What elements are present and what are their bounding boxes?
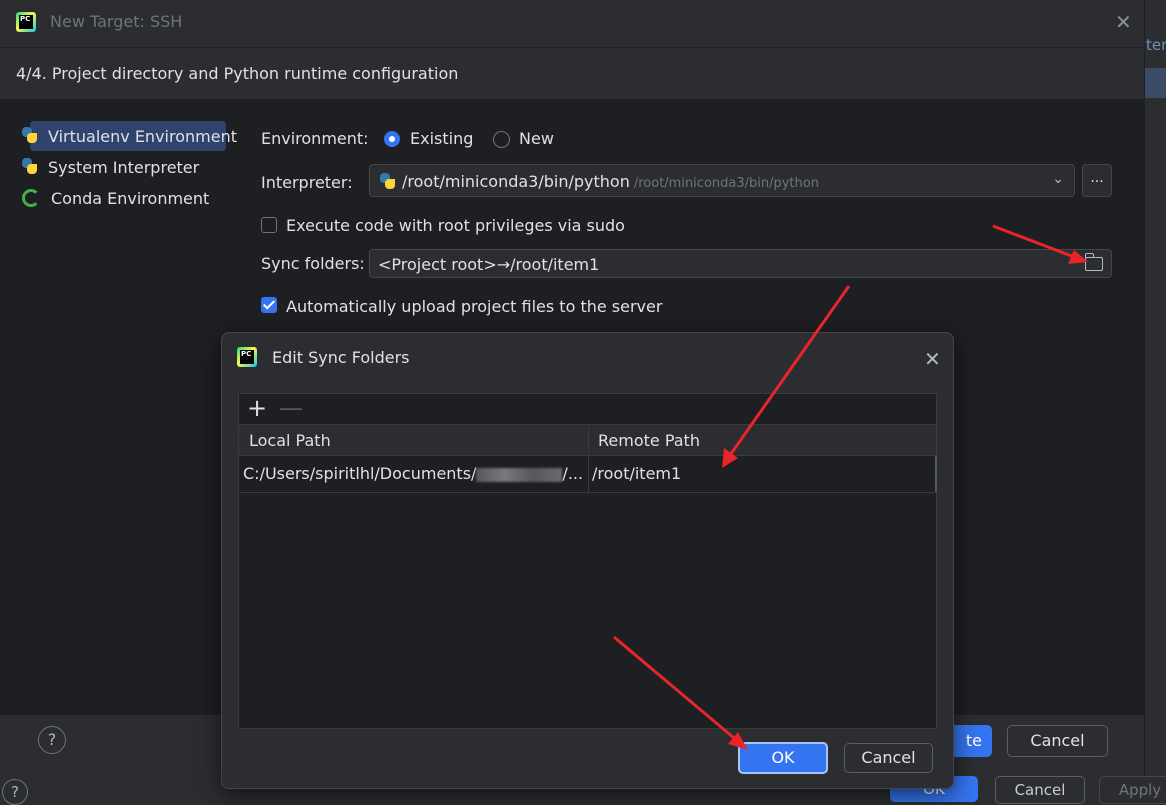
background-help-button[interactable]: ? xyxy=(2,779,28,805)
python-icon xyxy=(378,172,396,190)
remove-button[interactable]: — xyxy=(279,395,303,421)
local-path-cell[interactable]: C:/Users/spiritlhl/Documents/ /... xyxy=(243,464,583,483)
auto-upload-label: Automatically upload project files to th… xyxy=(286,297,663,316)
auto-upload-checkbox[interactable] xyxy=(261,297,277,313)
close-icon[interactable]: ✕ xyxy=(1115,10,1132,34)
sync-dialog-title: Edit Sync Folders xyxy=(272,348,410,367)
sudo-checkbox[interactable] xyxy=(261,217,277,233)
cancel-button[interactable]: Cancel xyxy=(844,743,933,773)
interpreter-select[interactable]: /root/miniconda3/bin/python/root/minicon… xyxy=(369,164,1075,197)
redacted-segment xyxy=(476,467,563,482)
background-selection-strip xyxy=(1144,68,1166,98)
column-header-remote-path[interactable]: Remote Path xyxy=(598,431,700,450)
sidebar-item-system-interpreter[interactable]: System Interpreter xyxy=(20,153,199,181)
local-path-suffix: /... xyxy=(562,464,584,483)
background-text: ter xyxy=(1146,36,1166,54)
interpreter-label: Interpreter: xyxy=(261,173,353,192)
row-edge xyxy=(935,456,937,492)
step-header: 4/4. Project directory and Python runtim… xyxy=(0,48,1144,100)
sidebar-item-conda[interactable]: Conda Environment xyxy=(20,184,209,212)
sync-folders-value: <Project root>→/root/item1 xyxy=(378,255,600,274)
local-path-prefix: C:/Users/spiritlhl/Documents/ xyxy=(243,464,477,483)
edit-sync-folders-dialog: PC Edit Sync Folders ✕ + — Local Path Re… xyxy=(221,332,954,789)
cancel-button[interactable]: Cancel xyxy=(1007,725,1108,757)
sidebar-item-virtualenv[interactable]: Virtualenv Environment xyxy=(20,122,237,150)
background-window-edge: ter xyxy=(1144,0,1166,795)
table-header: Local Path Remote Path xyxy=(239,425,936,456)
pycharm-logo-icon: PC xyxy=(16,12,36,32)
sync-folders-field[interactable]: <Project root>→/root/item1 xyxy=(369,249,1112,278)
column-header-local-path[interactable]: Local Path xyxy=(249,431,331,450)
pycharm-logo-icon: PC xyxy=(237,347,257,367)
chevron-down-icon: ⌄ xyxy=(1052,171,1064,187)
sync-folders-table: + — Local Path Remote Path C:/Users/spir… xyxy=(238,393,937,729)
background-cancel-button[interactable]: Cancel xyxy=(995,776,1085,804)
radio-existing[interactable] xyxy=(384,131,400,147)
background-apply-button[interactable]: Apply xyxy=(1099,776,1166,804)
step-title: 4/4. Project directory and Python runtim… xyxy=(16,64,459,83)
dialog-title: New Target: SSH xyxy=(50,12,183,31)
radio-existing-label: Existing xyxy=(410,129,474,148)
close-icon[interactable]: ✕ xyxy=(924,347,941,371)
sidebar-item-label: Conda Environment xyxy=(51,188,210,208)
radio-new-label: New xyxy=(519,129,554,148)
table-row[interactable]: C:/Users/spiritlhl/Documents/ /... /root/… xyxy=(239,456,937,493)
sidebar-item-label: System Interpreter xyxy=(48,157,200,177)
help-button[interactable]: ? xyxy=(38,726,66,754)
folder-icon[interactable] xyxy=(1084,253,1103,271)
column-divider xyxy=(588,456,589,492)
browse-interpreter-button[interactable]: ... xyxy=(1082,164,1112,197)
sudo-label: Execute code with root privileges via su… xyxy=(286,216,625,235)
table-toolbar: + — xyxy=(239,394,936,425)
interpreter-value: /root/miniconda3/bin/python xyxy=(402,172,630,191)
remote-path-cell[interactable]: /root/item1 xyxy=(592,464,681,483)
sidebar-item-label: Virtualenv Environment xyxy=(48,126,237,146)
add-button[interactable]: + xyxy=(247,395,267,421)
ok-button[interactable]: OK xyxy=(738,742,828,774)
dialog-titlebar: PC New Target: SSH ✕ xyxy=(0,0,1144,48)
python-virtualenv-icon xyxy=(20,126,40,146)
sync-folders-label: Sync folders: xyxy=(261,254,365,273)
radio-new[interactable] xyxy=(493,131,510,148)
environment-label: Environment: xyxy=(261,129,369,148)
column-divider xyxy=(588,425,589,455)
conda-icon xyxy=(22,189,40,207)
python-icon xyxy=(20,157,40,177)
interpreter-hint: /root/miniconda3/bin/python xyxy=(633,176,819,191)
